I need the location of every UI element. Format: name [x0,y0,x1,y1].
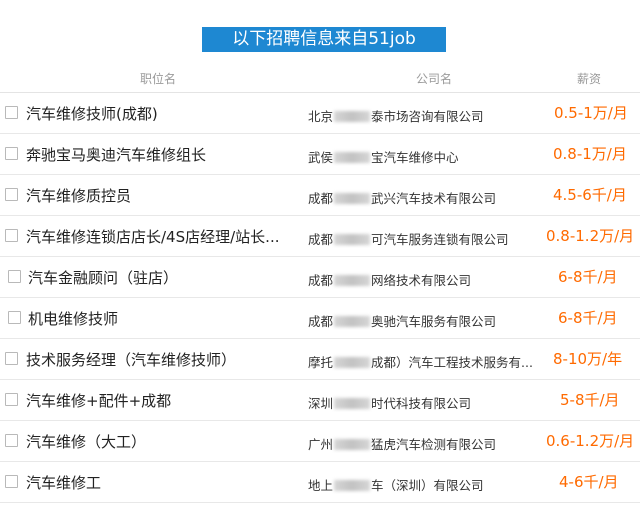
job-title[interactable]: 汽车金融顾问（驻店） [28,267,178,288]
job-row[interactable]: 机电维修技师 成都 奥驰汽车服务有限公司 6-8千/月 [0,298,640,339]
redacted-blur [334,193,371,204]
company-name[interactable]: 成都 可汽车服务连锁有限公司 [308,229,509,248]
company-name[interactable]: 地上 车（深圳）有限公司 [308,475,484,494]
job-title[interactable]: 汽车维修技师(成都) [26,103,158,124]
job-row[interactable]: 汽车金融顾问（驻店） 成都 网络技术有限公司 6-8千/月 [0,257,640,298]
redacted-blur [334,275,371,286]
job-checkbox[interactable] [5,106,18,119]
job-checkbox[interactable] [5,434,18,447]
job-title[interactable]: 汽车维修+配件+成都 [26,390,171,411]
company-name[interactable]: 成都 网络技术有限公司 [308,270,471,289]
company-name[interactable]: 深圳 时代科技有限公司 [308,393,471,412]
redacted-blur [334,480,371,491]
job-checkbox[interactable] [8,311,21,324]
redacted-blur [334,111,371,122]
source-banner: 以下招聘信息来自51job [202,27,446,52]
redacted-blur [334,357,371,368]
salary: 8-10万/年 [553,350,623,368]
job-title[interactable]: 汽车维修工 [26,472,101,493]
salary: 6-8千/月 [558,309,618,327]
redacted-blur [334,316,371,327]
company-name[interactable]: 成都 武兴汽车技术有限公司 [308,188,496,207]
job-row[interactable]: 汽车维修+配件+成都 深圳 时代科技有限公司 5-8千/月 [0,380,640,421]
company-name[interactable]: 北京 泰市场咨询有限公司 [308,106,484,125]
redacted-blur [334,234,371,245]
job-row[interactable]: 汽车维修工 地上 车（深圳）有限公司 4-6千/月 [0,462,640,503]
salary: 5-8千/月 [560,391,620,409]
job-checkbox[interactable] [5,147,18,160]
header-title: 职位名 [140,72,177,86]
job-row[interactable]: 技术服务经理（汽车维修技师） 摩托 成都）汽车工程技术服务有... 8-10万/年 [0,339,640,380]
job-checkbox[interactable] [5,229,18,242]
salary: 0.5-1万/月 [554,104,628,122]
job-checkbox[interactable] [5,188,18,201]
header-company: 公司名 [416,72,453,86]
company-name[interactable]: 武侯 宝汽车维修中心 [308,147,459,166]
job-checkbox[interactable] [5,475,18,488]
job-row[interactable]: 汽车维修技师(成都) 北京 泰市场咨询有限公司 0.5-1万/月 [0,93,640,134]
job-checkbox[interactable] [5,393,18,406]
redacted-blur [334,152,371,163]
salary: 4.5-6千/月 [553,186,627,204]
job-title[interactable]: 汽车维修连锁店店长/4S店经理/站长... [26,226,279,247]
job-row[interactable]: 奔驰宝马奥迪汽车维修组长 武侯 宝汽车维修中心 0.8-1万/月 [0,134,640,175]
job-list: 汽车维修技师(成都) 北京 泰市场咨询有限公司 0.5-1万/月 奔驰宝马奥迪汽车… [0,93,640,503]
company-name[interactable]: 摩托 成都）汽车工程技术服务有... [308,352,533,371]
salary: 0.6-1.2万/月 [546,432,635,450]
redacted-blur [334,439,371,450]
job-title[interactable]: 汽车维修质控员 [26,185,131,206]
job-title[interactable]: 汽车维修（大工） [26,431,146,452]
table-header: 职位名 公司名 薪资 [0,62,640,93]
job-row[interactable]: 汽车维修连锁店店长/4S店经理/站长... 成都 可汽车服务连锁有限公司 0.8-… [0,216,640,257]
job-checkbox[interactable] [8,270,21,283]
salary: 0.8-1万/月 [553,145,627,163]
job-title[interactable]: 机电维修技师 [28,308,118,329]
job-row[interactable]: 汽车维修质控员 成都 武兴汽车技术有限公司 4.5-6千/月 [0,175,640,216]
company-name[interactable]: 广州 猛虎汽车检测有限公司 [308,434,496,453]
job-title[interactable]: 技术服务经理（汽车维修技师） [26,349,236,370]
salary: 0.8-1.2万/月 [546,227,635,245]
header-salary: 薪资 [577,72,602,86]
job-title[interactable]: 奔驰宝马奥迪汽车维修组长 [26,144,206,165]
salary: 6-8千/月 [558,268,618,286]
company-name[interactable]: 成都 奥驰汽车服务有限公司 [308,311,496,330]
job-checkbox[interactable] [5,352,18,365]
job-row[interactable]: 汽车维修（大工） 广州 猛虎汽车检测有限公司 0.6-1.2万/月 [0,421,640,462]
salary: 4-6千/月 [559,473,619,491]
redacted-blur [334,398,371,409]
